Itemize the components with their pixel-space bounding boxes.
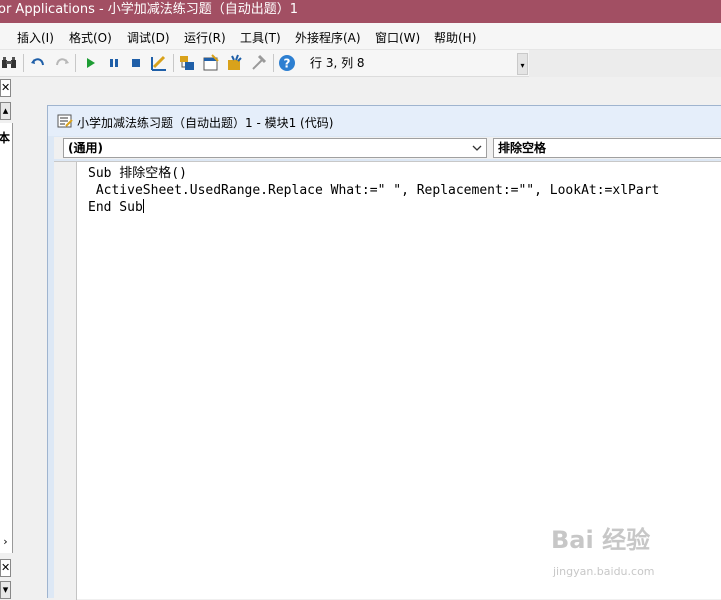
help-icon[interactable]: ? xyxy=(278,54,296,72)
code-window-title: 小学加减法练习题（自动出题）1 - 模块1 (代码) xyxy=(77,116,334,130)
binoculars-icon[interactable] xyxy=(0,54,18,72)
menu-addins[interactable]: 外接程序(A) xyxy=(295,29,361,46)
redo-icon[interactable] xyxy=(53,54,71,72)
chevron-down-icon[interactable] xyxy=(471,140,483,156)
combo-row: (通用) 排除空格 xyxy=(54,137,721,159)
watermark-url: jingyan.baidu.com xyxy=(553,565,655,578)
project-explorer-icon[interactable] xyxy=(178,54,196,72)
text-caret xyxy=(142,199,144,213)
code-line-text[interactable]: End Sub xyxy=(88,200,143,215)
scroll-up-icon[interactable]: ▴ xyxy=(0,102,11,120)
menu-debug[interactable]: 调试(D) xyxy=(127,29,170,46)
code-line[interactable]: Sub 排除空格() xyxy=(88,165,659,182)
properties-icon[interactable] xyxy=(202,54,220,72)
project-tree: 本 xyxy=(0,123,13,553)
svg-text:?: ? xyxy=(284,57,291,71)
procedure-combo-value: 排除空格 xyxy=(498,141,547,155)
expand-icon[interactable]: › xyxy=(0,534,11,552)
tree-fragment: 本 xyxy=(0,131,11,145)
object-browser-icon[interactable] xyxy=(226,54,244,72)
code-line[interactable]: ActiveSheet.UsedRange.Replace What:=" ",… xyxy=(88,182,660,199)
close-pane-icon[interactable]: ✕ xyxy=(0,559,11,577)
menu-window[interactable]: 窗口(W) xyxy=(375,29,420,46)
code-window-titlebar[interactable]: 小学加减法练习题（自动出题）1 - 模块1 (代码) xyxy=(48,106,721,136)
menu-format[interactable]: 格式(O) xyxy=(69,29,112,46)
break-icon[interactable] xyxy=(105,54,123,72)
cursor-position: 行 3, 列 8 xyxy=(306,54,516,73)
menu-help[interactable]: 帮助(H) xyxy=(434,29,476,46)
toolbox-icon[interactable] xyxy=(250,54,268,72)
close-icon[interactable]: ✕ xyxy=(0,79,11,97)
menu-insert[interactable]: 插入(I) xyxy=(17,29,54,46)
toolbar-overflow-handle[interactable]: ▾ xyxy=(517,53,528,75)
design-mode-icon[interactable] xyxy=(150,54,168,72)
title-bar: or Applications - 小学加减法练习题（自动出题）1 xyxy=(0,0,721,23)
watermark-logo: Bai 经验 xyxy=(551,526,651,554)
object-combo[interactable]: (通用) xyxy=(63,138,487,158)
object-combo-value: (通用) xyxy=(68,141,103,155)
undo-icon[interactable] xyxy=(29,54,47,72)
menu-bar: 插入(I) 格式(O) 调试(D) 运行(R) 工具(T) 外接程序(A) 窗口… xyxy=(0,23,721,50)
procedure-combo[interactable]: 排除空格 xyxy=(493,138,721,158)
margin-indicator-bar[interactable] xyxy=(54,162,77,600)
run-icon[interactable] xyxy=(81,54,99,72)
module-icon xyxy=(57,114,73,131)
standard-toolbar: ? 行 3, 列 8 xyxy=(0,50,529,77)
menu-run[interactable]: 运行(R) xyxy=(184,29,226,46)
menu-tools[interactable]: 工具(T) xyxy=(240,29,281,46)
code-text[interactable]: Sub 排除空格() ActiveSheet.UsedRange.Replace… xyxy=(88,165,659,216)
reset-icon[interactable] xyxy=(127,54,145,72)
code-line-current[interactable]: End Sub xyxy=(88,199,659,216)
window-title: or Applications - 小学加减法练习题（自动出题）1 xyxy=(0,2,299,17)
toolbar-background xyxy=(529,50,721,77)
scroll-down-icon[interactable]: ▾ xyxy=(0,581,11,599)
